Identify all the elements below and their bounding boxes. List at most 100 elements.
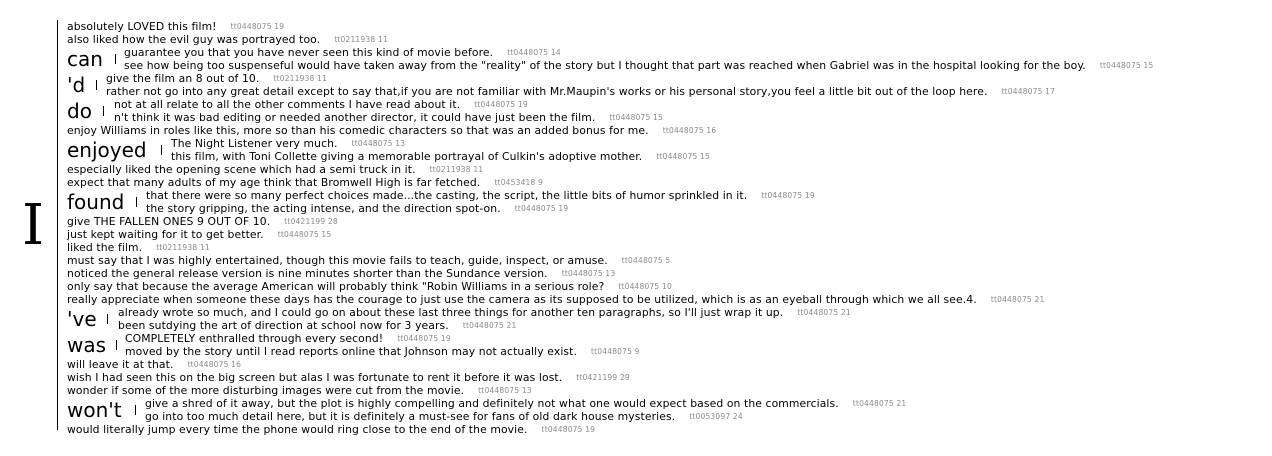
phrase-text: go into too much detail here, but it is … (145, 410, 676, 423)
source-id-label: tt0448075 9 (591, 347, 640, 356)
source-id-label: tt0448075 13 (561, 269, 616, 278)
source-id-label: tt0453418 9 (494, 178, 544, 187)
phrase-row: give THE FALLEN ONES 9 OUT OF 10. tt04211… (67, 215, 338, 228)
branch-line (135, 405, 136, 415)
branch-phrase: that there were so many perfect choices … (146, 189, 815, 202)
phrase-row: expect that many adults of my age think … (67, 176, 543, 189)
root-word: I (22, 193, 45, 258)
source-id-label: tt0211938 11 (156, 243, 210, 252)
branch-phrase: not at all relate to all the other comme… (114, 98, 528, 111)
phrase-text: give a shred of it away, but the plot is… (145, 397, 839, 410)
source-id-label: tt0448075 15 (609, 113, 664, 122)
branch-line (116, 340, 117, 350)
source-id-label: tt0448075 21 (990, 295, 1045, 304)
phrase-text: give THE FALLEN ONES 9 OUT OF 10. (67, 215, 271, 228)
phrase-text: especially liked the opening scene which… (67, 163, 416, 176)
source-id-label: tt0448075 15 (656, 152, 710, 161)
phrase-text: liked the film. (67, 241, 143, 254)
branch-line (136, 197, 137, 207)
branch-word: won't (67, 398, 122, 422)
source-id-label: tt0448075 17 (1001, 87, 1056, 96)
phrase-row: just kept waiting for it to get better. t… (67, 228, 331, 241)
branch-word: can (67, 47, 103, 71)
phrase-text: only say that because the average Americ… (67, 280, 605, 293)
branch-word: found (67, 190, 125, 214)
source-id-label: tt0448075 15 (1099, 61, 1154, 70)
phrase-row: only say that because the average Americ… (67, 280, 672, 293)
branch-word: do (67, 99, 92, 123)
source-id-label: tt0448075 5 (621, 256, 671, 265)
source-id-label: tt0448075 19 (541, 425, 596, 434)
source-id-label: tt0211938 11 (334, 35, 388, 44)
branch-line (103, 106, 104, 116)
phrase-row: wish I had seen this on the big screen b… (67, 371, 630, 384)
source-id-label: tt0448075 13 (351, 139, 406, 148)
branch-word: enjoyed (67, 138, 147, 162)
phrase-text: just kept waiting for it to get better. (67, 228, 264, 241)
phrase-text: this film, with Toni Collette giving a m… (171, 150, 643, 163)
source-id-label: tt0448075 19 (514, 204, 569, 213)
phrase-text: noticed the general release version is n… (67, 267, 548, 280)
phrase-row: especially liked the opening scene which… (67, 163, 483, 176)
source-id-label: tt0421199 28 (284, 217, 338, 226)
root-branch-line (57, 20, 58, 430)
phrase-row: wonder if some of the more disturbing im… (67, 384, 532, 397)
phrase-row: absolutely LOVED this film! tt0448075 19 (67, 20, 284, 33)
source-id-label: tt0448075 19 (230, 22, 285, 31)
source-id-label: tt0211938 11 (429, 165, 484, 174)
phrase-row: really appreciate when someone these day… (67, 293, 1044, 306)
phrase-row: noticed the general release version is n… (67, 267, 615, 280)
phrase-row: will leave it at that. tt0448075 16 (67, 358, 241, 371)
phrase-row: enjoy Williams in roles like this, more … (67, 124, 716, 137)
branch-phrase: The Night Listener very much. tt0448075 1… (171, 137, 405, 150)
phrase-text: will leave it at that. (67, 358, 174, 371)
source-id-label: tt0211938 11 (273, 74, 328, 83)
source-id-label: tt0448075 21 (852, 399, 907, 408)
phrase-text: COMPLETELY enthralled through every seco… (125, 332, 384, 345)
phrase-text: wonder if some of the more disturbing im… (67, 384, 465, 397)
branch-phrase: moved by the story until I read reports … (125, 345, 640, 358)
branch-phrase: see how being too suspenseful would have… (124, 59, 1153, 72)
phrase-row: also liked how the evil guy was portraye… (67, 33, 388, 46)
phrase-text: already wrote so much, and I could go on… (118, 306, 784, 319)
phrase-text: moved by the story until I read reports … (125, 345, 578, 358)
source-id-label: tt0053097 24 (689, 412, 743, 421)
phrase-text: that there were so many perfect choices … (146, 189, 748, 202)
phrase-text: would literally jump every time the phon… (67, 423, 528, 436)
branch-phrase: guarantee you that you have never seen t… (124, 46, 561, 59)
source-id-label: tt0448075 16 (662, 126, 717, 135)
phrase-text: been sutdying the art of direction at sc… (118, 319, 449, 332)
branch-phrase: rather not go into any great detail exce… (106, 85, 1055, 98)
branch-phrase: been sutdying the art of direction at sc… (118, 319, 516, 332)
source-id-label: tt0448075 13 (478, 386, 532, 395)
branch-line (96, 80, 97, 90)
phrase-text: must say that I was highly entertained, … (67, 254, 608, 267)
branch-phrase: the story gripping, the acting intense, … (146, 202, 568, 215)
source-id-label: tt0448075 21 (797, 308, 851, 317)
phrase-row: would literally jump every time the phon… (67, 423, 595, 436)
source-id-label: tt0421199 29 (576, 373, 630, 382)
phrase-text: enjoy Williams in roles like this, more … (67, 124, 649, 137)
source-id-label: tt0448075 19 (397, 334, 451, 343)
source-id-label: tt0448075 16 (187, 360, 242, 369)
phrase-text: absolutely LOVED this film! (67, 20, 217, 33)
branch-phrase: n't think it was bad editing or needed a… (114, 111, 663, 124)
source-id-label: tt0448075 10 (618, 282, 672, 291)
phrase-row: liked the film. tt0211938 11 (67, 241, 210, 254)
phrase-text: rather not go into any great detail exce… (106, 85, 988, 98)
branch-phrase: give a shred of it away, but the plot is… (145, 397, 906, 410)
phrase-text: give the film an 8 out of 10. (106, 72, 260, 85)
phrase-row: must say that I was highly entertained, … (67, 254, 670, 267)
branch-line (115, 54, 116, 64)
source-id-label: tt0448075 14 (507, 48, 561, 57)
phrase-text: not at all relate to all the other comme… (114, 98, 461, 111)
branch-word: was (67, 333, 107, 357)
branch-phrase: give the film an 8 out of 10. tt0211938 1… (106, 72, 327, 85)
branch-line (161, 145, 162, 155)
source-id-label: tt0448075 15 (277, 230, 332, 239)
phrase-text: n't think it was bad editing or needed a… (114, 111, 596, 124)
phrase-text: see how being too suspenseful would have… (124, 59, 1086, 72)
branch-phrase: this film, with Toni Collette giving a m… (171, 150, 710, 163)
branch-word: 've (67, 307, 97, 331)
phrase-text: The Night Listener very much. (171, 137, 338, 150)
